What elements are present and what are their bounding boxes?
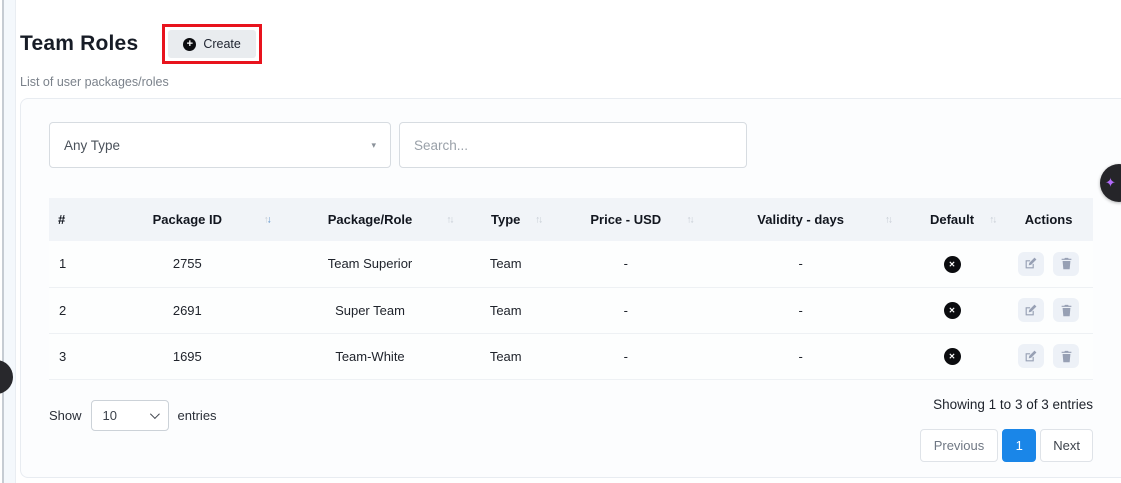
column-header-validity[interactable]: Validity - days ↑↓ (701, 198, 899, 241)
trash-icon (1060, 350, 1073, 363)
cell-actions (1004, 241, 1093, 287)
trash-icon (1060, 257, 1073, 270)
column-header-default[interactable]: Default ↑↓ (900, 198, 1004, 241)
entries-label: entries (178, 408, 217, 423)
show-label: Show (49, 408, 82, 423)
create-button-label: Create (203, 37, 241, 51)
page-size-control: Show 10 entries (49, 400, 217, 431)
edit-icon (1024, 304, 1037, 317)
type-filter-value: Any Type (64, 138, 120, 153)
type-filter-select[interactable]: Any Type ▾ (49, 122, 391, 168)
red-highlight-annotation: + Create (162, 24, 262, 64)
showing-entries-text: Showing 1 to 3 of 3 entries (933, 397, 1093, 412)
page-number-button[interactable]: 1 (1002, 429, 1036, 462)
cell-actions (1004, 333, 1093, 379)
edit-button[interactable] (1018, 344, 1044, 368)
trash-icon (1060, 304, 1073, 317)
cell-package-role: Team Superior (279, 241, 462, 287)
page-header: Team Roles + Create List of user package… (0, 0, 1121, 89)
create-button[interactable]: + Create (168, 30, 256, 58)
sort-icon: ↑↓ (446, 214, 452, 225)
content-card: Any Type ▾ # Package ID ↑↓ Package/Role … (20, 98, 1121, 478)
cell-type: Team (461, 287, 550, 333)
delete-button[interactable] (1053, 252, 1079, 276)
sort-icon: ↑↓ (686, 214, 692, 225)
column-header-actions: Actions (1004, 198, 1093, 241)
column-header-price[interactable]: Price - USD ↑↓ (550, 198, 701, 241)
table-row: 2 2691 Super Team Team - - ✕ (49, 287, 1093, 333)
sort-icon: ↑↓ (535, 214, 541, 225)
sort-icon: ↑↓ (264, 214, 270, 225)
pagination: Previous 1 Next (920, 429, 1093, 462)
delete-button[interactable] (1053, 298, 1079, 322)
cell-default: ✕ (900, 287, 1004, 333)
column-header-package-id[interactable]: Package ID ↑↓ (96, 198, 279, 241)
row-index: 2 (49, 287, 96, 333)
caret-down-icon: ▾ (371, 140, 376, 151)
filter-row: Any Type ▾ (49, 122, 1093, 168)
row-index: 3 (49, 333, 96, 379)
column-header-package-role[interactable]: Package/Role ↑↓ (279, 198, 462, 241)
page-title: Team Roles (20, 32, 138, 56)
cell-package-id: 2691 (96, 287, 279, 333)
cell-validity: - (701, 241, 899, 287)
cell-actions (1004, 287, 1093, 333)
table-row: 1 2755 Team Superior Team - - ✕ (49, 241, 1093, 287)
page-size-select[interactable]: 10 (91, 400, 169, 431)
edit-icon (1024, 257, 1037, 270)
column-header-index: # (49, 198, 96, 241)
table-body: 1 2755 Team Superior Team - - ✕ 2 2691 S… (49, 241, 1093, 379)
table-header-row: # Package ID ↑↓ Package/Role ↑↓ Type ↑↓ … (49, 198, 1093, 241)
cell-package-role: Team-White (279, 333, 462, 379)
cell-validity: - (701, 287, 899, 333)
edit-button[interactable] (1018, 252, 1044, 276)
times-circle-icon: ✕ (944, 348, 961, 365)
cell-package-id: 2755 (96, 241, 279, 287)
roles-table: # Package ID ↑↓ Package/Role ↑↓ Type ↑↓ … (49, 198, 1093, 380)
chevron-down-icon (149, 409, 159, 419)
cell-default: ✕ (900, 241, 1004, 287)
cell-price: - (550, 333, 701, 379)
row-index: 1 (49, 241, 96, 287)
table-footer: Show 10 entries Showing 1 to 3 of 3 entr… (49, 397, 1093, 462)
next-page-button[interactable]: Next (1040, 429, 1093, 462)
cell-default: ✕ (900, 333, 1004, 379)
times-circle-icon: ✕ (944, 256, 961, 273)
cell-type: Team (461, 333, 550, 379)
previous-page-button[interactable]: Previous (920, 429, 999, 462)
cell-price: - (550, 287, 701, 333)
cell-package-id: 1695 (96, 333, 279, 379)
edit-button[interactable] (1018, 298, 1044, 322)
table-row: 3 1695 Team-White Team - - ✕ (49, 333, 1093, 379)
sort-icon: ↑↓ (885, 214, 891, 225)
cell-price: - (550, 241, 701, 287)
cell-validity: - (701, 333, 899, 379)
search-input[interactable] (399, 122, 747, 168)
plus-circle-icon: + (183, 38, 196, 51)
times-circle-icon: ✕ (944, 302, 961, 319)
page-subtitle: List of user packages/roles (20, 75, 1121, 89)
page-size-value: 10 (103, 408, 117, 423)
edit-icon (1024, 350, 1037, 363)
sparkle-icon: ✦ (1105, 175, 1116, 191)
column-header-type[interactable]: Type ↑↓ (461, 198, 550, 241)
sort-icon: ↑↓ (989, 214, 995, 225)
cell-package-role: Super Team (279, 287, 462, 333)
cell-type: Team (461, 241, 550, 287)
delete-button[interactable] (1053, 344, 1079, 368)
